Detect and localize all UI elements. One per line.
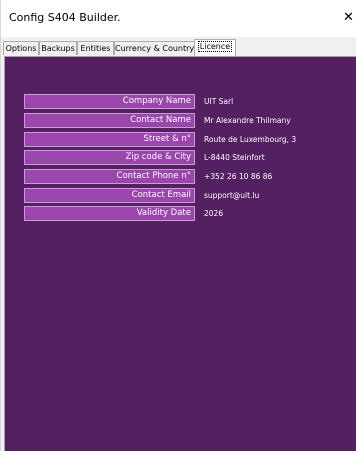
tab-options-label: Options	[5, 44, 37, 53]
tab-backups[interactable]: Backups	[39, 41, 77, 55]
validity-date-label: Validity Date	[24, 206, 195, 221]
zip-city-value: L-8440 Steinfort	[204, 153, 265, 162]
tab-backups-label: Backups	[41, 44, 75, 53]
close-icon[interactable]: ✕	[343, 8, 356, 28]
tab-currency-country-label: Currency & Country	[115, 44, 195, 53]
tab-licence[interactable]: Licence	[194, 39, 236, 56]
company-name-value: UIT Sarl	[204, 97, 234, 106]
validity-date-value: 2026	[204, 209, 224, 218]
contact-email-label: Contact Email	[24, 188, 195, 203]
contact-phone-label: Contact Phone n°	[24, 169, 195, 184]
street-label: Street & n°	[24, 132, 195, 147]
contact-name-label: Contact Name	[24, 113, 195, 128]
contact-name-value: Mr Alexandre Thilmany	[204, 116, 291, 125]
title-bar: Config S404 Builder. ✕	[1, 0, 356, 37]
tab-options[interactable]: Options	[3, 41, 39, 55]
contact-phone-value: +352 26 10 86 86	[204, 172, 273, 181]
tab-entities-label: Entities	[80, 44, 111, 53]
tab-licence-label: Licence	[197, 41, 233, 52]
window-title: Config S404 Builder.	[9, 11, 121, 24]
app-window: Config S404 Builder. ✕ Options Backups E…	[0, 0, 356, 451]
street-value: Route de Luxembourg, 3	[204, 135, 297, 144]
contact-email-value: support@uit.lu	[204, 191, 260, 200]
tab-entities[interactable]: Entities	[77, 41, 114, 55]
tab-strip: Options Backups Entities Currency & Coun…	[3, 39, 356, 56]
company-name-label: Company Name	[24, 94, 195, 109]
zip-city-label: Zip code & City	[24, 150, 195, 165]
tab-currency-country[interactable]: Currency & Country	[114, 41, 195, 55]
